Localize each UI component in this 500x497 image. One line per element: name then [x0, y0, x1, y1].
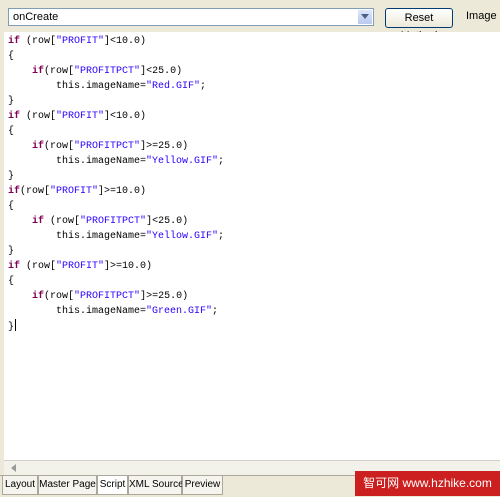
- code-text: this.imageName=: [8, 81, 147, 92]
- tab-master-page[interactable]: Master Page: [38, 476, 97, 495]
- code-text: ]>=25.0): [140, 141, 189, 152]
- code-line: if(row["PROFIT"]>=10.0): [8, 184, 224, 199]
- tab-script[interactable]: Script: [97, 476, 128, 495]
- code-text: ]<10.0): [104, 111, 147, 122]
- code-line: if(row["PROFITPCT"]<25.0): [8, 64, 224, 79]
- tab-xml-source[interactable]: XML Source: [128, 476, 184, 495]
- keyword: if: [8, 111, 21, 122]
- reset-method-button[interactable]: Reset Method: [385, 8, 453, 42]
- code-line: }: [8, 319, 224, 334]
- code-line: this.imageName="Green.GIF";: [8, 304, 224, 319]
- string-literal: "PROFIT": [56, 261, 105, 272]
- code-text: ;: [212, 306, 219, 317]
- code-line: }: [8, 244, 224, 259]
- code-text: (row[: [44, 66, 75, 77]
- code-text: {: [8, 51, 15, 62]
- string-literal: "Green.GIF": [146, 306, 213, 317]
- tab-layout[interactable]: Layout: [2, 476, 38, 495]
- code-text: ;: [218, 231, 225, 242]
- code-line: if (row["PROFIT"]<10.0): [8, 34, 224, 49]
- string-literal: "PROFIT": [56, 36, 105, 47]
- code-text: this.imageName=: [8, 156, 147, 167]
- code-area[interactable]: if (row["PROFIT"]<10.0){ if(row["PROFITP…: [8, 34, 224, 334]
- string-literal: "PROFITPCT": [74, 141, 141, 152]
- code-line: }: [8, 94, 224, 109]
- tab-preview[interactable]: Preview: [182, 476, 223, 495]
- code-text: (row[: [20, 261, 57, 272]
- keyword: if: [8, 36, 21, 47]
- keyword: if: [8, 261, 21, 272]
- code-line: {: [8, 124, 224, 139]
- code-line: this.imageName="Red.GIF";: [8, 79, 224, 94]
- method-dropdown[interactable]: onCreate: [8, 8, 374, 26]
- keyword: if: [8, 186, 21, 197]
- code-line: if(row["PROFITPCT"]>=25.0): [8, 139, 224, 154]
- code-text: (row[: [20, 111, 57, 122]
- code-text: (row[: [20, 36, 57, 47]
- code-text: ]<10.0): [104, 36, 147, 47]
- code-text: this.imageName=: [8, 231, 147, 242]
- site-watermark: 智可网 www.hzhike.com: [355, 471, 500, 496]
- code-line: this.imageName="Yellow.GIF";: [8, 154, 224, 169]
- code-text: {: [8, 276, 15, 287]
- string-literal: "Yellow.GIF": [146, 156, 219, 167]
- code-line: }: [8, 169, 224, 184]
- code-text: }: [8, 246, 15, 257]
- code-line: {: [8, 274, 224, 289]
- code-text: ]>=10.0): [104, 261, 153, 272]
- code-text: ]<25.0): [140, 66, 183, 77]
- script-editor[interactable]: if (row["PROFIT"]<10.0){ if(row["PROFITP…: [4, 32, 500, 460]
- code-text: }: [8, 322, 15, 333]
- keyword: if: [32, 291, 45, 302]
- code-line: {: [8, 49, 224, 64]
- code-text: }: [8, 96, 15, 107]
- code-line: if (row["PROFIT"]<10.0): [8, 109, 224, 124]
- string-literal: "Red.GIF": [146, 81, 201, 92]
- keyword: if: [32, 216, 45, 227]
- code-text: ;: [200, 81, 207, 92]
- string-literal: "PROFITPCT": [80, 216, 147, 227]
- string-literal: "PROFIT": [56, 111, 105, 122]
- arrow-left-icon[interactable]: [6, 461, 20, 475]
- code-text: ;: [218, 156, 225, 167]
- code-text: {: [8, 126, 15, 137]
- string-literal: "PROFIT": [50, 186, 99, 197]
- code-text: }: [8, 171, 15, 182]
- code-line: if(row["PROFITPCT"]>=25.0): [8, 289, 224, 304]
- code-line: {: [8, 199, 224, 214]
- keyword: if: [32, 141, 45, 152]
- keyword: if: [32, 66, 45, 77]
- code-text: (row[: [20, 186, 51, 197]
- code-text: ]>=25.0): [140, 291, 189, 302]
- code-text: (row[: [44, 216, 81, 227]
- code-text: this.imageName=: [8, 306, 147, 317]
- code-text: {: [8, 201, 15, 212]
- code-line: if (row["PROFITPCT"]<25.0): [8, 214, 224, 229]
- string-literal: "PROFITPCT": [74, 291, 141, 302]
- string-literal: "PROFITPCT": [74, 66, 141, 77]
- text-caret: [15, 319, 17, 331]
- code-line: this.imageName="Yellow.GIF";: [8, 229, 224, 244]
- code-text: (row[: [44, 141, 75, 152]
- code-line: if (row["PROFIT"]>=10.0): [8, 259, 224, 274]
- chevron-down-icon[interactable]: [357, 9, 373, 25]
- image-label: Image: [466, 10, 497, 22]
- method-dropdown-value: onCreate: [13, 11, 59, 23]
- code-text: ]<25.0): [146, 216, 189, 227]
- code-text: ]>=10.0): [98, 186, 147, 197]
- string-literal: "Yellow.GIF": [146, 231, 219, 242]
- code-text: (row[: [44, 291, 75, 302]
- script-toolbar: onCreate Reset Method Image: [0, 0, 500, 42]
